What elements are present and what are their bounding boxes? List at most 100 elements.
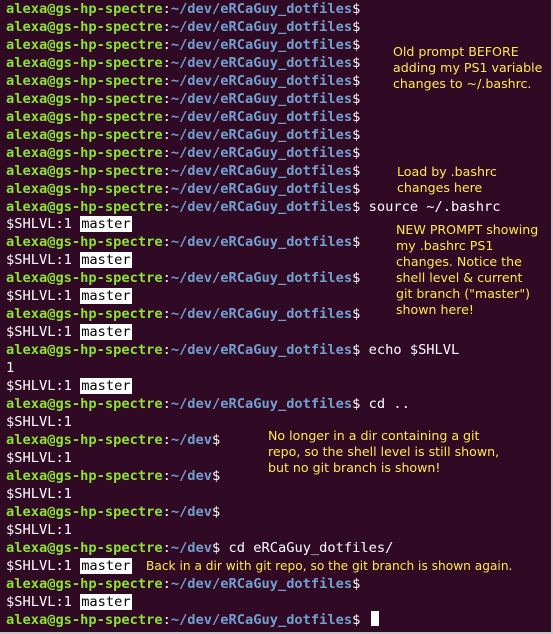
- annotation-back-in-repo: Back in a dir with git repo, so the git …: [146, 558, 512, 574]
- git-branch-badge: master: [80, 558, 132, 574]
- terminal-line: alexa@gs-hp-spectre:~/dev$: [6, 431, 220, 449]
- prompt-path: ~/dev/eRCaGuy_dotfiles: [170, 612, 353, 628]
- prompt-separator: :: [162, 163, 171, 179]
- prompt-user-host: alexa@gs-hp-spectre: [6, 306, 163, 322]
- prompt-dollar: $: [352, 234, 361, 250]
- prompt-dollar: $: [352, 73, 361, 89]
- prompt-user-host: alexa@gs-hp-spectre: [6, 55, 163, 71]
- terminal-line: $SHLVL:1 master: [6, 377, 132, 395]
- prompt-dollar: $: [352, 576, 361, 592]
- prompt-path: ~/dev: [170, 468, 213, 484]
- prompt-separator: :: [162, 37, 171, 53]
- prompt-separator: :: [162, 540, 171, 556]
- prompt-path: ~/dev/eRCaGuy_dotfiles: [170, 576, 353, 592]
- prompt-path: ~/dev/eRCaGuy_dotfiles: [170, 396, 353, 412]
- terminal-line: 1: [6, 359, 14, 377]
- terminal-line: alexa@gs-hp-spectre:~/dev/eRCaGuy_dotfil…: [6, 305, 360, 323]
- prompt-path: ~/dev/eRCaGuy_dotfiles: [170, 127, 353, 143]
- prompt-separator: :: [162, 181, 171, 197]
- prompt-path: ~/dev/eRCaGuy_dotfiles: [170, 306, 353, 322]
- prompt-path: ~/dev/eRCaGuy_dotfiles: [170, 181, 353, 197]
- git-branch-badge: master: [80, 288, 132, 304]
- annotation-line: git branch ("master"): [396, 286, 531, 301]
- prompt-dollar: $: [352, 109, 361, 125]
- terminal-line: alexa@gs-hp-spectre:~/dev/eRCaGuy_dotfil…: [6, 18, 360, 36]
- shell-level-label: $SHLVL:1: [6, 522, 72, 538]
- terminal-line: alexa@gs-hp-spectre:~/dev/eRCaGuy_dotfil…: [6, 198, 500, 216]
- shell-level-label: $SHLVL:1: [6, 324, 72, 340]
- terminal-line: $SHLVL:1: [6, 485, 72, 503]
- terminal-line: $SHLVL:1 master: [6, 323, 132, 341]
- prompt-user-host: alexa@gs-hp-spectre: [6, 199, 163, 215]
- prompt-user-host: alexa@gs-hp-spectre: [6, 396, 163, 412]
- prompt-path: ~/dev: [170, 540, 213, 556]
- terminal-line: alexa@gs-hp-spectre:~/dev/eRCaGuy_dotfil…: [6, 36, 360, 54]
- prompt-dollar: $: [352, 181, 361, 197]
- prompt-user-host: alexa@gs-hp-spectre: [6, 181, 163, 197]
- prompt-user-host: alexa@gs-hp-spectre: [6, 19, 163, 35]
- git-branch-badge: master: [80, 324, 132, 340]
- prompt-user-host: alexa@gs-hp-spectre: [6, 127, 163, 143]
- prompt-path: ~/dev/eRCaGuy_dotfiles: [170, 342, 353, 358]
- prompt-path: ~/dev/eRCaGuy_dotfiles: [170, 109, 353, 125]
- prompt-dollar: $: [352, 19, 361, 35]
- prompt-path: ~/dev/eRCaGuy_dotfiles: [170, 270, 353, 286]
- prompt-dollar: $: [352, 270, 361, 286]
- shell-level-label: $SHLVL:1: [6, 288, 72, 304]
- terminal-line: $SHLVL:1: [6, 449, 72, 467]
- annotation-line: NEW PROMPT showing: [396, 222, 539, 237]
- terminal-input-line[interactable]: alexa@gs-hp-spectre:~/dev/eRCaGuy_dotfil…: [6, 611, 379, 629]
- prompt-separator: :: [162, 73, 171, 89]
- prompt-path: ~/dev/eRCaGuy_dotfiles: [170, 234, 353, 250]
- prompt-separator: :: [162, 234, 171, 250]
- prompt-dollar: $: [352, 163, 361, 179]
- terminal-line: alexa@gs-hp-spectre:~/dev/eRCaGuy_dotfil…: [6, 126, 360, 144]
- terminal-line: alexa@gs-hp-spectre:~/dev$ cd eRCaGuy_do…: [6, 539, 393, 557]
- prompt-separator: :: [162, 19, 171, 35]
- annotation-line: Old prompt BEFORE: [393, 44, 519, 59]
- terminal-line: $SHLVL:1: [6, 413, 72, 431]
- prompt-path: ~/dev/eRCaGuy_dotfiles: [170, 199, 353, 215]
- prompt-path: ~/dev/eRCaGuy_dotfiles: [170, 145, 353, 161]
- prompt-separator: :: [162, 468, 171, 484]
- terminal-line: $SHLVL:1 master: [6, 287, 132, 305]
- annotation-no-git: No longer in a dir containing a git repo…: [268, 428, 499, 476]
- prompt-separator: :: [162, 396, 171, 412]
- annotation-line: No longer in a dir containing a git: [268, 428, 480, 443]
- prompt-user-host: alexa@gs-hp-spectre: [6, 37, 163, 53]
- prompt-dollar: $: [212, 468, 221, 484]
- shell-level-label: $SHLVL:1: [6, 378, 72, 394]
- prompt-user-host: alexa@gs-hp-spectre: [6, 163, 163, 179]
- terminal-line: $SHLVL:1 master: [6, 215, 132, 233]
- prompt-separator: :: [162, 270, 171, 286]
- annotation-line: my .bashrc PS1: [396, 238, 494, 253]
- terminal-line: alexa@gs-hp-spectre:~/dev/eRCaGuy_dotfil…: [6, 90, 360, 108]
- prompt-user-host: alexa@gs-hp-spectre: [6, 73, 163, 89]
- terminal-line: $SHLVL:1 master: [6, 593, 132, 611]
- annotation-line: shell level & current: [396, 270, 523, 285]
- prompt-user-host: alexa@gs-hp-spectre: [6, 576, 163, 592]
- prompt-user-host: alexa@gs-hp-spectre: [6, 432, 163, 448]
- text-cursor: [370, 611, 379, 626]
- terminal-line: alexa@gs-hp-spectre:~/dev/eRCaGuy_dotfil…: [6, 162, 360, 180]
- prompt-user-host: alexa@gs-hp-spectre: [6, 504, 163, 520]
- terminal-window[interactable]: alexa@gs-hp-spectre:~/dev/eRCaGuy_dotfil…: [0, 0, 553, 634]
- annotation-line: but no git branch is shown!: [268, 460, 441, 475]
- prompt-dollar: $: [352, 127, 361, 143]
- git-branch-badge: master: [80, 252, 132, 268]
- shell-level-label: $SHLVL:1: [6, 252, 72, 268]
- shell-level-label: $SHLVL:1: [6, 414, 72, 430]
- terminal-line: alexa@gs-hp-spectre:~/dev/eRCaGuy_dotfil…: [6, 108, 360, 126]
- terminal-line: alexa@gs-hp-spectre:~/dev/eRCaGuy_dotfil…: [6, 54, 360, 72]
- prompt-dollar: $: [352, 91, 361, 107]
- shell-level-label: $SHLVL:1: [6, 594, 72, 610]
- prompt-separator: :: [162, 306, 171, 322]
- prompt-path: ~/dev/eRCaGuy_dotfiles: [170, 37, 353, 53]
- prompt-path: ~/dev: [170, 504, 213, 520]
- prompt-dollar: $: [352, 306, 361, 322]
- prompt-user-host: alexa@gs-hp-spectre: [6, 468, 163, 484]
- annotation-line: shown here!: [396, 302, 474, 317]
- annotation-load-bashrc: Load by .bashrc changes here: [397, 164, 497, 196]
- annotation-line: adding my PS1 variable: [393, 60, 543, 75]
- terminal-line: $SHLVL:1: [6, 521, 72, 539]
